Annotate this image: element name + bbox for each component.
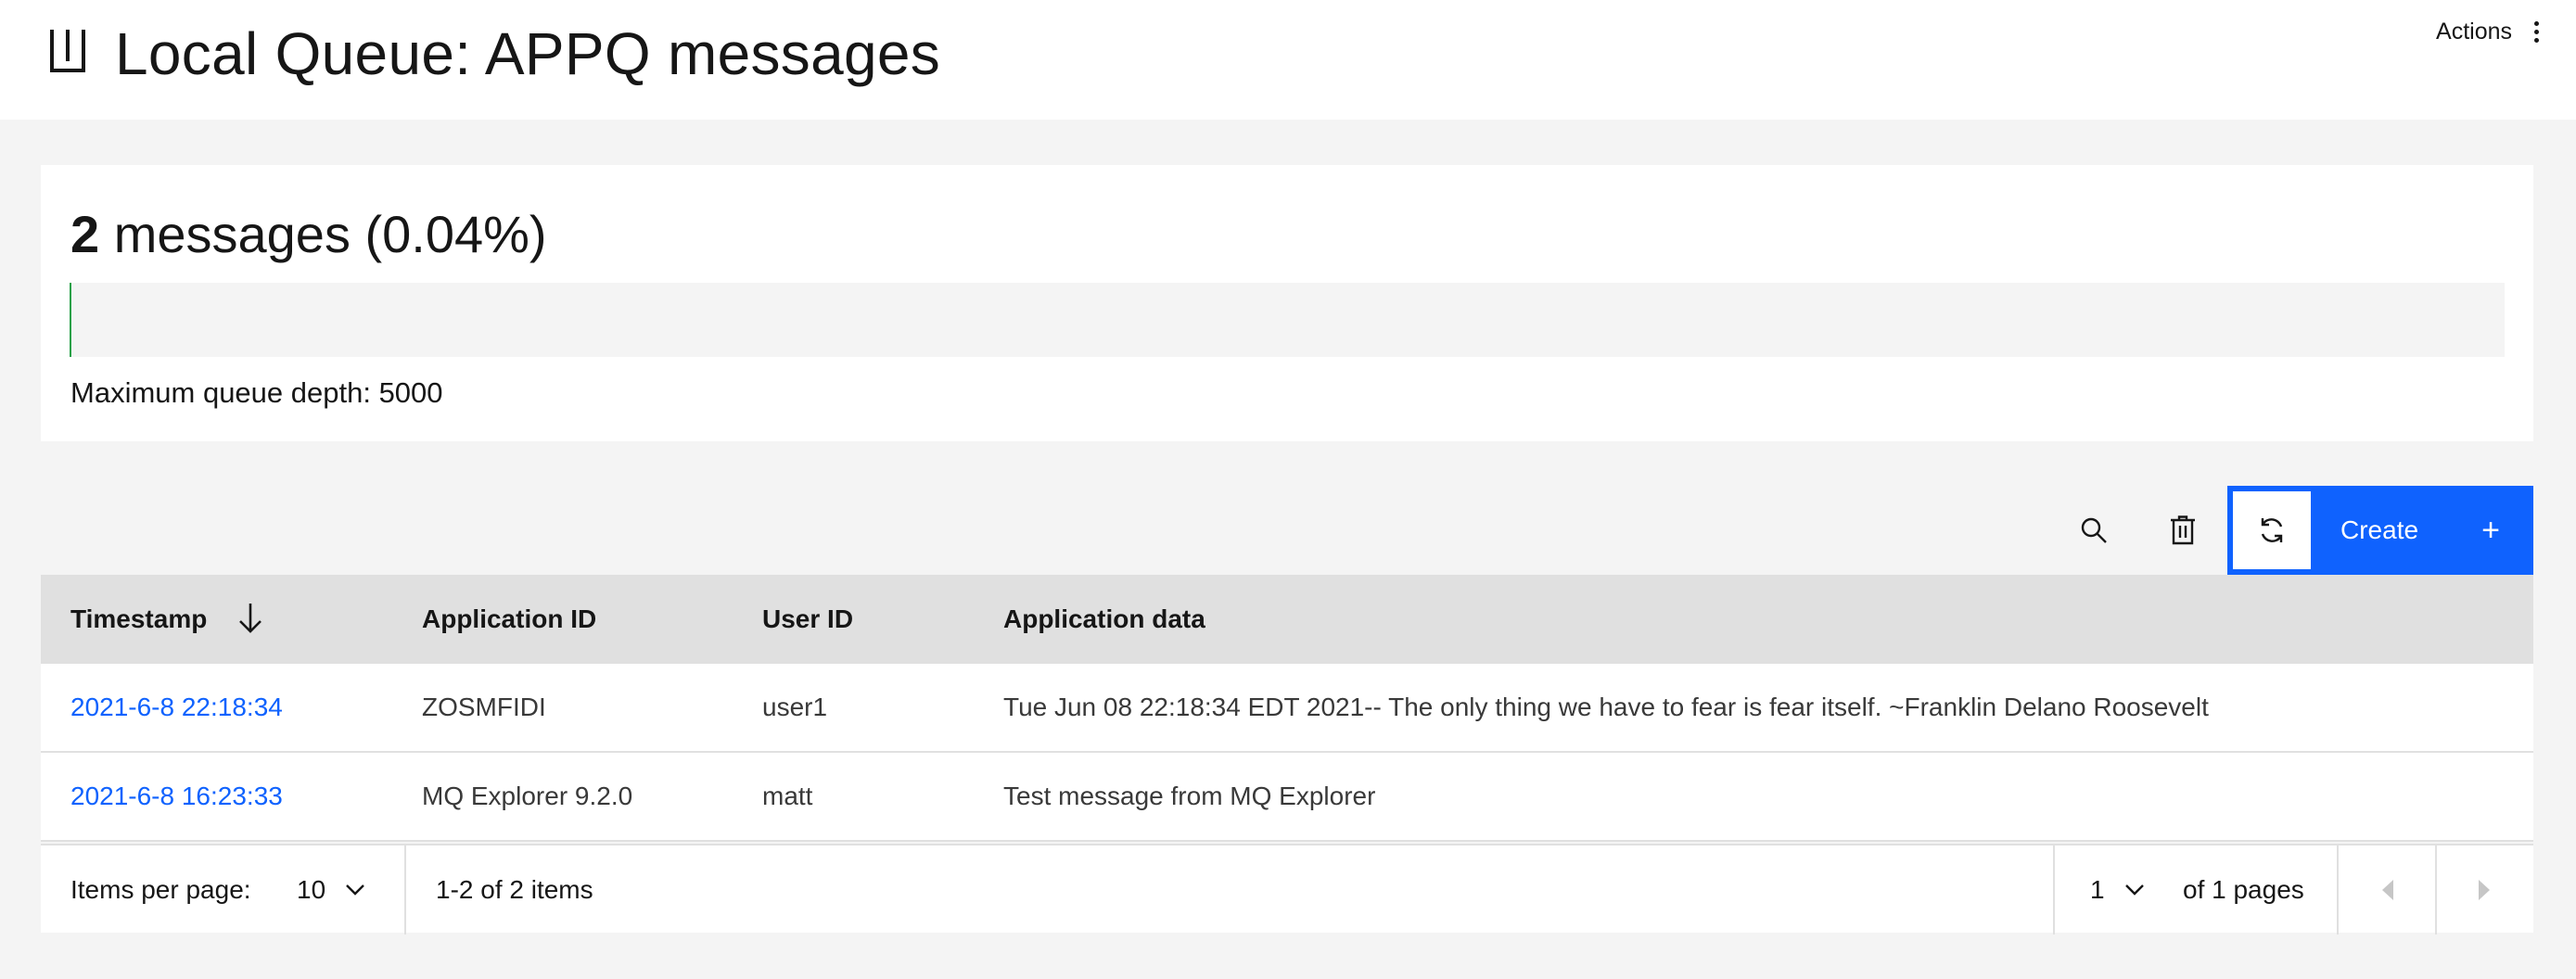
timestamp-link[interactable]: 2021-6-8 16:23:33 bbox=[70, 782, 283, 811]
application-id-cell: ZOSMFIDI bbox=[422, 693, 546, 721]
actions-label: Actions bbox=[2436, 18, 2512, 44]
create-label: Create bbox=[2340, 515, 2419, 544]
application-id-cell: MQ Explorer 9.2.0 bbox=[422, 782, 633, 810]
message-count-suffix: messages (0.04%) bbox=[99, 205, 547, 263]
application-data-cell: Test message from MQ Explorer bbox=[1003, 782, 1376, 810]
max-queue-depth: Maximum queue depth: 5000 bbox=[70, 376, 443, 409]
column-header-label: Timestamp bbox=[70, 604, 208, 633]
user-id-cell: matt bbox=[762, 782, 813, 810]
search-icon bbox=[2081, 517, 2107, 543]
queue-depth-fill bbox=[70, 283, 71, 357]
item-range-text: 1-2 of 2 items bbox=[436, 875, 593, 904]
trash-icon bbox=[2171, 515, 2195, 545]
overflow-menu-icon bbox=[2534, 20, 2539, 43]
page-number-value: 1 bbox=[2090, 875, 2105, 904]
search-button[interactable] bbox=[2049, 486, 2138, 575]
column-header-user-id[interactable]: User ID bbox=[762, 604, 853, 634]
chevron-down-icon bbox=[2124, 884, 2144, 896]
page-title: Local Queue: APPQ messages bbox=[115, 20, 941, 87]
items-per-page-select[interactable]: 10 bbox=[297, 846, 365, 934]
items-per-page-label: Items per page: bbox=[70, 875, 251, 904]
pagination-bar: Items per page: 10 1-2 of 2 items 1 of 1… bbox=[41, 844, 2533, 934]
message-count: 2 bbox=[70, 205, 100, 263]
table-header-row: Timestamp Application ID User ID Applica… bbox=[41, 575, 2533, 664]
table-row[interactable]: 2021-6-8 16:23:33 MQ Explorer 9.2.0 matt… bbox=[41, 753, 2533, 842]
refresh-icon bbox=[2261, 518, 2283, 542]
application-data-cell: Tue Jun 08 22:18:34 EDT 2021-- The only … bbox=[1003, 693, 2209, 721]
timestamp-link[interactable]: 2021-6-8 22:18:34 bbox=[70, 693, 283, 722]
previous-page-button[interactable] bbox=[2339, 846, 2437, 934]
divider bbox=[404, 846, 406, 934]
chevron-down-icon bbox=[346, 884, 365, 896]
create-button[interactable]: Create + bbox=[2315, 486, 2533, 575]
column-header-application-id[interactable]: Application ID bbox=[422, 604, 596, 634]
delete-button[interactable] bbox=[2138, 486, 2227, 575]
page-header: Local Queue: APPQ messages Actions bbox=[0, 0, 2576, 120]
table-row[interactable]: 2021-6-8 22:18:34 ZOSMFIDI user1 Tue Jun… bbox=[41, 664, 2533, 753]
depth-headline: 2 messages (0.04%) bbox=[70, 202, 547, 267]
queue-depth-bar bbox=[70, 283, 2505, 357]
add-icon: + bbox=[2481, 512, 2500, 548]
refresh-button[interactable] bbox=[2227, 486, 2316, 575]
local-queue-icon bbox=[50, 30, 85, 72]
items-per-page-value: 10 bbox=[297, 875, 326, 904]
next-page-button[interactable] bbox=[2435, 846, 2533, 934]
user-id-cell: user1 bbox=[762, 693, 828, 721]
caret-right-icon bbox=[2479, 880, 2490, 900]
caret-left-icon bbox=[2382, 880, 2393, 900]
column-header-application-data[interactable]: Application data bbox=[1003, 604, 1205, 634]
arrow-down-icon bbox=[239, 603, 262, 633]
divider bbox=[2053, 846, 2055, 934]
column-header-timestamp[interactable]: Timestamp bbox=[70, 603, 262, 634]
queue-depth-card: 2 messages (0.04%) Maximum queue depth: … bbox=[41, 165, 2533, 441]
total-pages-text: of 1 pages bbox=[2183, 875, 2304, 904]
actions-menu-button[interactable]: Actions bbox=[2436, 13, 2539, 50]
messages-table: Timestamp Application ID User ID Applica… bbox=[41, 575, 2533, 842]
page-number-select[interactable]: 1 bbox=[2090, 846, 2144, 934]
